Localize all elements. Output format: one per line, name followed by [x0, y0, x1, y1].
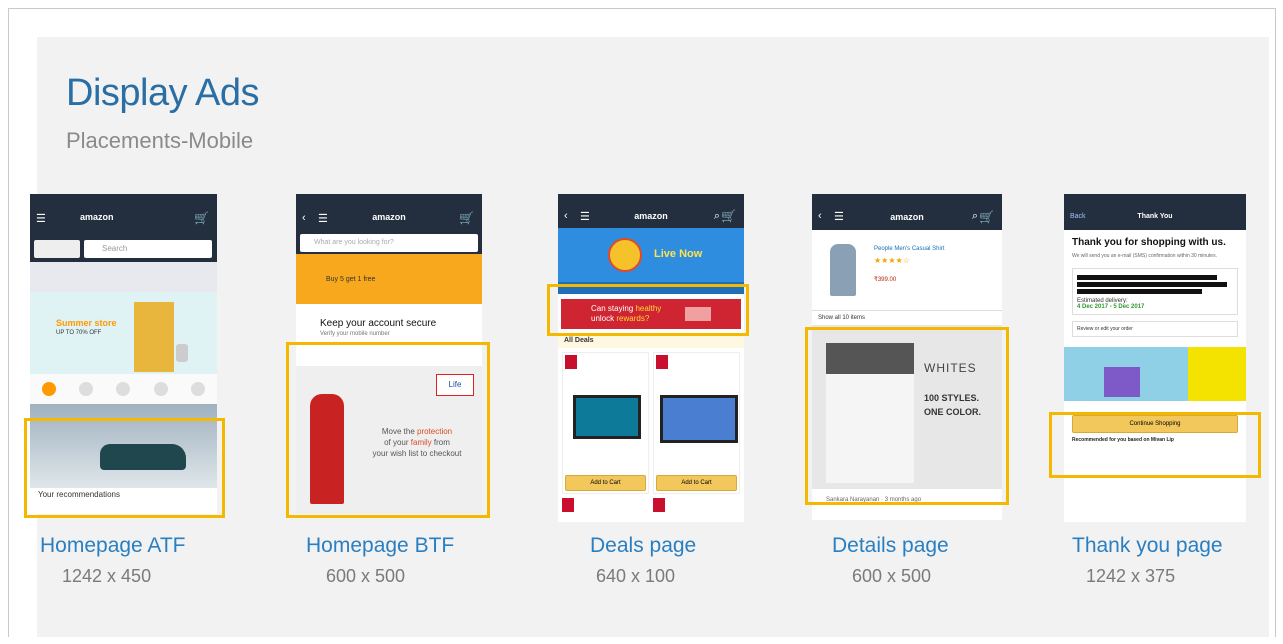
shortcut-icon — [79, 382, 94, 396]
shirt-image — [830, 244, 856, 296]
ad-placement-highlight-deals-page — [547, 284, 749, 336]
app-header: ‹ ☰ amazon ⌕ 🛒 — [812, 206, 1002, 230]
product-listing: People Men's Casual Shirt ★★★★☆ ₹399.00 — [812, 230, 1002, 310]
placement-size: 1242 x 375 — [1086, 566, 1176, 586]
promo-strip — [30, 262, 217, 292]
curtain-image — [134, 302, 174, 372]
status-bar — [30, 194, 217, 206]
sale-badge — [608, 238, 642, 272]
page-subtitle: Placements-Mobile — [66, 128, 254, 153]
appliance-image — [176, 344, 188, 362]
amazon-logo: amazon — [890, 212, 924, 222]
redacted-line — [1077, 282, 1227, 287]
status-bar — [296, 194, 482, 206]
placement-size: 600 x 500 — [326, 566, 406, 586]
category-dropdown — [34, 240, 80, 258]
search-icon: ⌕ — [713, 210, 720, 222]
ad-placement-highlight-thank-you-page — [1049, 412, 1261, 478]
ad-placement-highlight-details-page — [805, 327, 1009, 505]
banner-sub: UP TO 70% OFF — [56, 330, 102, 336]
back-icon: ‹ — [564, 210, 568, 222]
deal-card: Add to Cart — [653, 352, 740, 494]
placement-label: Details page — [832, 534, 949, 557]
placement-label: Homepage ATF — [40, 534, 186, 557]
placement-label: Deals page — [590, 534, 697, 557]
secure-title: Keep your account secure — [320, 318, 437, 329]
product-price: ₹399.00 — [874, 277, 897, 283]
search-input: What are you looking for? — [300, 234, 478, 252]
deals-grid: Add to Cart Add to Cart — [558, 348, 744, 498]
cart-icon: 🛒 — [721, 209, 736, 223]
gift-illustration — [1104, 367, 1140, 397]
back-icon: ‹ — [818, 210, 822, 222]
shortcut-icon — [153, 382, 168, 396]
add-to-cart-button: Add to Cart — [656, 475, 737, 491]
confirm-text: We will send you an e-mail (SMS) confirm… — [1072, 253, 1217, 259]
summer-banner: Summer store UP TO 70% OFF — [30, 292, 217, 374]
back-link: Back — [1070, 213, 1086, 220]
menu-icon: ☰ — [36, 213, 46, 225]
thank-you-heading: Thank you for shopping with us. — [1072, 237, 1226, 248]
search-input: Search — [84, 240, 212, 258]
placement-size: 600 x 500 — [852, 566, 932, 586]
amazon-logo: amazon — [372, 212, 406, 222]
ad-yellow-panel — [1188, 347, 1246, 401]
placement-size: 1242 x 450 — [62, 566, 152, 586]
placement-size: 640 x 100 — [596, 566, 676, 586]
amazon-logo: amazon — [634, 211, 668, 221]
product-title: People Men's Casual Shirt — [874, 246, 945, 252]
cart-icon: 🛒 — [194, 211, 209, 225]
menu-icon: ☰ — [834, 211, 844, 223]
deal-badge — [565, 355, 577, 369]
great-indian-sale-hero: Live Now — [558, 228, 744, 282]
cart-icon: 🛒 — [459, 211, 474, 225]
secure-sub: Verify your mobile number — [320, 331, 390, 337]
app-header: ☰ amazon 🛒 — [30, 206, 217, 236]
amazon-logo: amazon — [80, 212, 114, 222]
app-header: ‹ ☰ amazon 🛒 — [296, 206, 482, 232]
app-header: ‹ ☰ amazon ⌕ 🛒 — [558, 206, 744, 228]
tv-image — [660, 395, 738, 443]
placement-label: Thank you page — [1072, 534, 1223, 557]
deal-badge — [562, 498, 574, 512]
phone-screenshot-deals-page: ‹ ☰ amazon ⌕ 🛒 Live Now Can staying heal… — [558, 194, 744, 522]
menu-icon: ☰ — [580, 211, 590, 223]
deal-card: Add to Cart — [562, 352, 649, 494]
shortcut-icon — [41, 382, 56, 396]
all-deals-header: All Deals — [558, 334, 744, 348]
redacted-line — [1077, 289, 1202, 294]
page-title: Display Ads — [66, 72, 260, 114]
deal-badge — [653, 498, 665, 512]
review-order-link: Review or edit your order — [1072, 321, 1238, 337]
add-to-cart-button: Add to Cart — [565, 475, 646, 491]
shortcut-row — [30, 374, 217, 404]
menu-icon: ☰ — [318, 213, 328, 225]
status-bar — [812, 194, 1002, 206]
tv-image — [573, 395, 641, 439]
hero-text: Live Now — [654, 248, 703, 260]
thank-you-ad-banner — [1064, 347, 1246, 401]
order-summary: Estimated delivery: 4 Dec 2017 - 5 Dec 2… — [1072, 268, 1238, 315]
show-all-link: Show all 10 items — [812, 310, 1002, 325]
shortcut-icon — [116, 382, 131, 396]
deal-badge — [656, 355, 668, 369]
delivery-value: 4 Dec 2017 - 5 Dec 2017 — [1077, 304, 1145, 310]
banner-text: Summer store — [56, 318, 117, 328]
status-bar — [1064, 194, 1246, 206]
shortcut-icon — [191, 382, 206, 396]
status-bar — [558, 194, 744, 206]
app-header: Back Thank You — [1064, 206, 1246, 230]
redacted-line — [1077, 275, 1218, 280]
placement-label: Homepage BTF — [306, 534, 455, 557]
header-title: Thank You — [1137, 213, 1173, 220]
ad-placement-highlight-homepage-atf — [24, 418, 225, 518]
cart-icon: 🛒 — [979, 210, 994, 224]
promo-banner: Buy 5 get 1 free — [296, 254, 482, 304]
ad-placement-highlight-homepage-btf — [286, 342, 490, 518]
search-icon: ⌕ — [971, 210, 978, 222]
back-icon: ‹ — [302, 212, 306, 224]
promo-text: Buy 5 get 1 free — [326, 276, 376, 283]
rating-stars: ★★★★☆ — [874, 256, 910, 265]
